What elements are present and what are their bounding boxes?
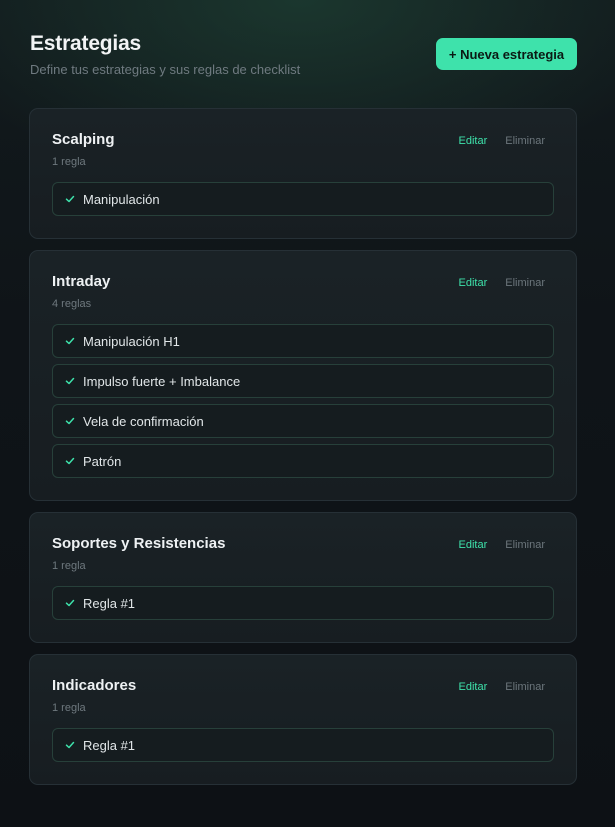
rule-item: Regla #1: [52, 728, 554, 762]
delete-button[interactable]: Eliminar: [505, 681, 545, 693]
delete-button[interactable]: Eliminar: [505, 135, 545, 147]
check-icon: [65, 376, 75, 386]
strategy-card: Soportes y Resistencias 1 regla Editar E…: [29, 512, 577, 643]
rule-label: Manipulación H1: [83, 333, 180, 349]
rule-item: Vela de confirmación: [52, 404, 554, 438]
strategy-card: Scalping 1 regla Editar Eliminar Manipul…: [29, 108, 577, 239]
delete-button[interactable]: Eliminar: [505, 277, 545, 289]
check-icon: [65, 416, 75, 426]
rule-item: Impulso fuerte + Imbalance: [52, 364, 554, 398]
rule-label: Patrón: [83, 453, 122, 469]
rule-label: Regla #1: [83, 737, 136, 753]
card-actions: Editar Eliminar: [459, 277, 545, 289]
card-actions: Editar Eliminar: [459, 135, 545, 147]
check-icon: [65, 740, 75, 750]
rule-label: Vela de confirmación: [83, 413, 204, 429]
new-strategy-button[interactable]: + Nueva estrategia: [436, 38, 577, 70]
card-actions: Editar Eliminar: [459, 539, 545, 551]
page-header: Estrategias Define tus estrategias y sus…: [30, 32, 577, 82]
check-icon: [65, 194, 75, 204]
rule-count: 4 reglas: [52, 298, 92, 310]
rule-item: Manipulación: [52, 182, 554, 216]
rule-item: Regla #1: [52, 586, 554, 620]
delete-button[interactable]: Eliminar: [505, 539, 545, 551]
edit-button[interactable]: Editar: [459, 277, 488, 289]
rule-count: 1 regla: [52, 560, 86, 572]
rule-count: 1 regla: [52, 156, 86, 168]
rule-list: Manipulación H1 Impulso fuerte + Imbalan…: [52, 324, 554, 478]
rule-label: Impulso fuerte + Imbalance: [83, 373, 241, 389]
edit-button[interactable]: Editar: [459, 539, 488, 551]
strategy-card: Indicadores 1 regla Editar Eliminar Regl…: [29, 654, 577, 785]
edit-button[interactable]: Editar: [459, 135, 488, 147]
check-icon: [65, 336, 75, 346]
rule-label: Manipulación: [83, 191, 160, 207]
strategy-card: Intraday 4 reglas Editar Eliminar Manipu…: [29, 250, 577, 501]
rule-list: Regla #1: [52, 586, 554, 620]
check-icon: [65, 456, 75, 466]
rule-count: 1 regla: [52, 702, 86, 714]
strategy-list: Scalping 1 regla Editar Eliminar Manipul…: [29, 108, 577, 796]
rule-label: Regla #1: [83, 595, 136, 611]
edit-button[interactable]: Editar: [459, 681, 488, 693]
card-actions: Editar Eliminar: [459, 681, 545, 693]
rule-list: Regla #1: [52, 728, 554, 762]
rule-item: Patrón: [52, 444, 554, 478]
rule-item: Manipulación H1: [52, 324, 554, 358]
rule-list: Manipulación: [52, 182, 554, 216]
check-icon: [65, 598, 75, 608]
